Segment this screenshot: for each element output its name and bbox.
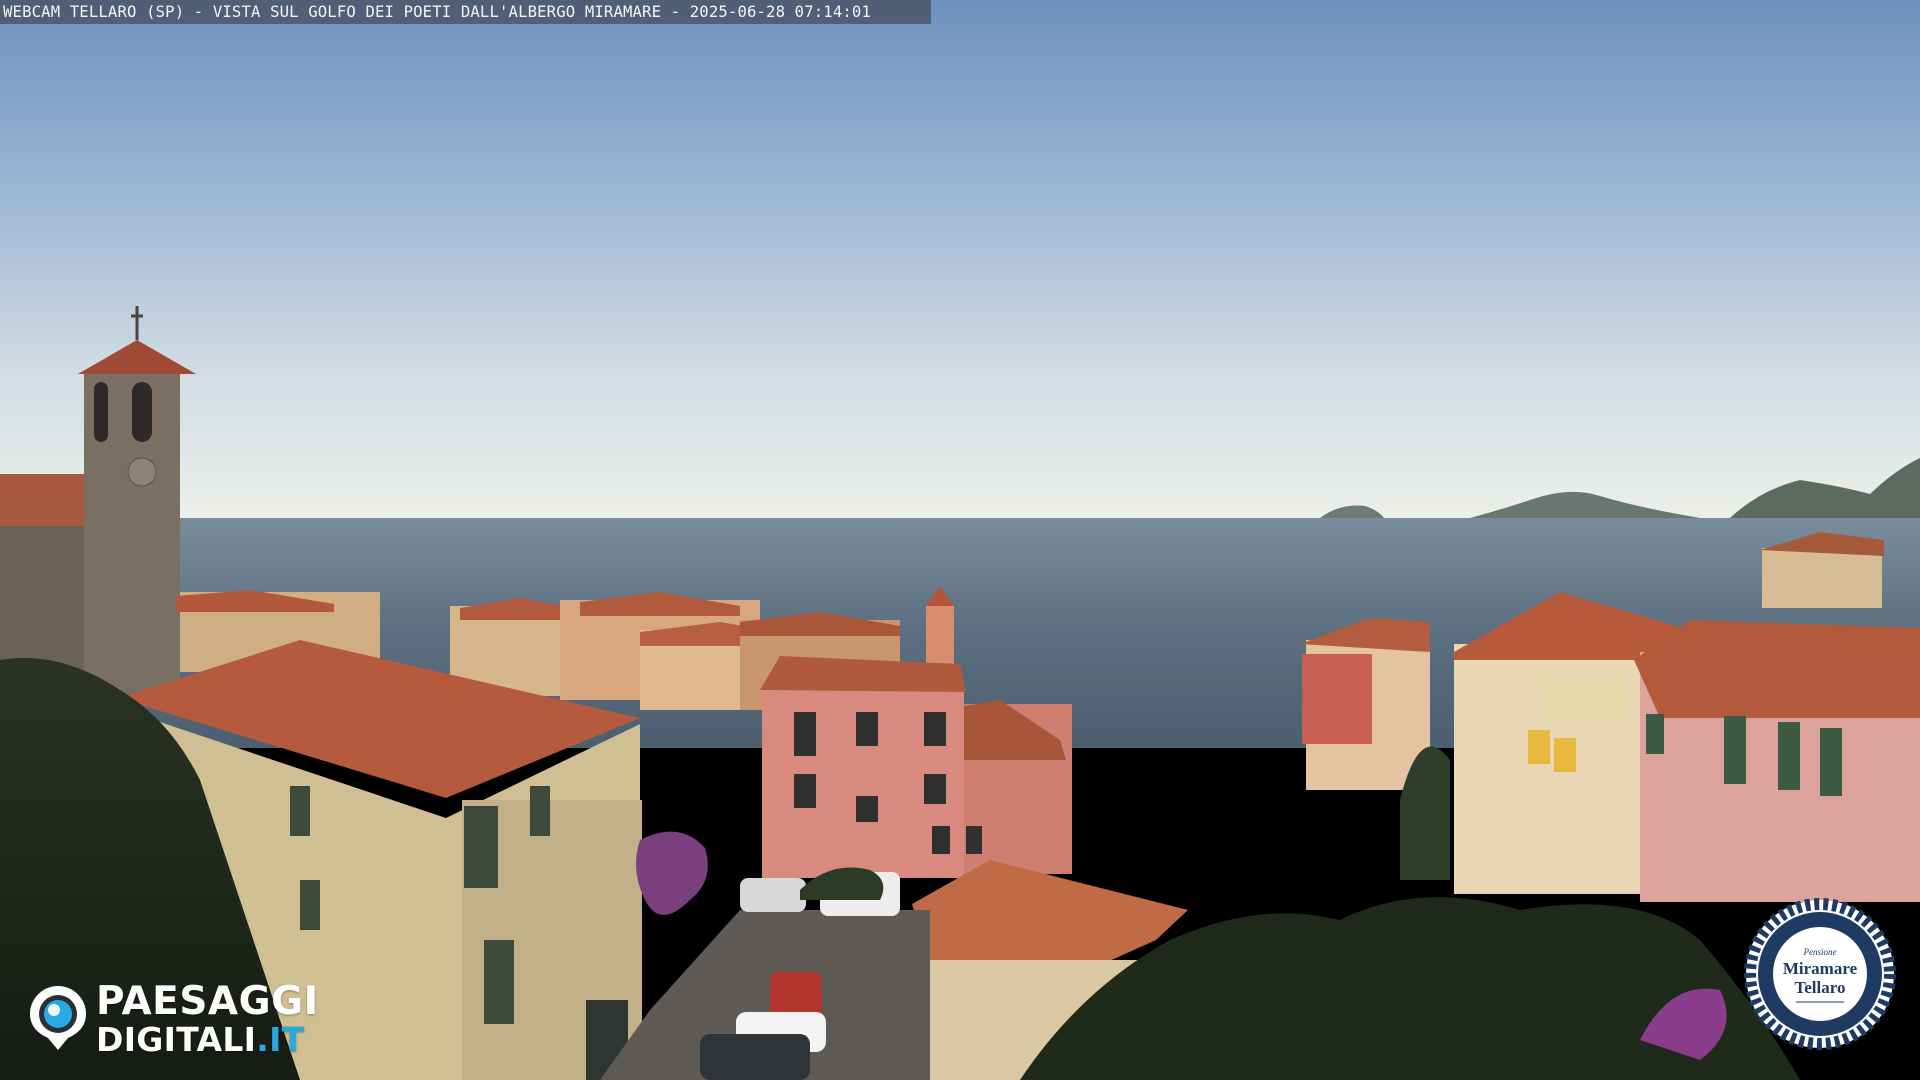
car-dark bbox=[700, 1034, 810, 1080]
webcam-scene bbox=[0, 0, 1920, 1080]
eye-pin-icon bbox=[30, 986, 86, 1050]
seal-top-text: Pensione bbox=[1803, 947, 1837, 957]
seal-name-line2: Tellaro bbox=[1794, 978, 1845, 997]
logo-primary-text: PAESAGGI bbox=[96, 979, 319, 1024]
car-silver bbox=[740, 878, 806, 912]
foliage-bougainvillea bbox=[636, 831, 708, 915]
rope-seal-icon: Pensione Miramare Tellaro bbox=[1744, 898, 1896, 1050]
webcam-caption: WEBCAM TELLARO (SP) - VISTA SUL GOLFO DE… bbox=[0, 0, 931, 24]
webcam-frame: WEBCAM TELLARO (SP) - VISTA SUL GOLFO DE… bbox=[0, 0, 1920, 1080]
hotel-miramare-seal: Pensione Miramare Tellaro bbox=[1744, 898, 1896, 1050]
sky bbox=[0, 0, 1920, 524]
seal-name-line1: Miramare bbox=[1783, 959, 1858, 978]
logo-suffix-text: .IT bbox=[256, 1020, 305, 1059]
church-roof bbox=[0, 474, 95, 526]
paesaggi-digitali-logo: PAESAGGI DIGITALI.IT bbox=[28, 979, 348, 1056]
logo-secondary-text: DIGITALI bbox=[96, 1020, 257, 1059]
right-building-red bbox=[1302, 654, 1372, 744]
